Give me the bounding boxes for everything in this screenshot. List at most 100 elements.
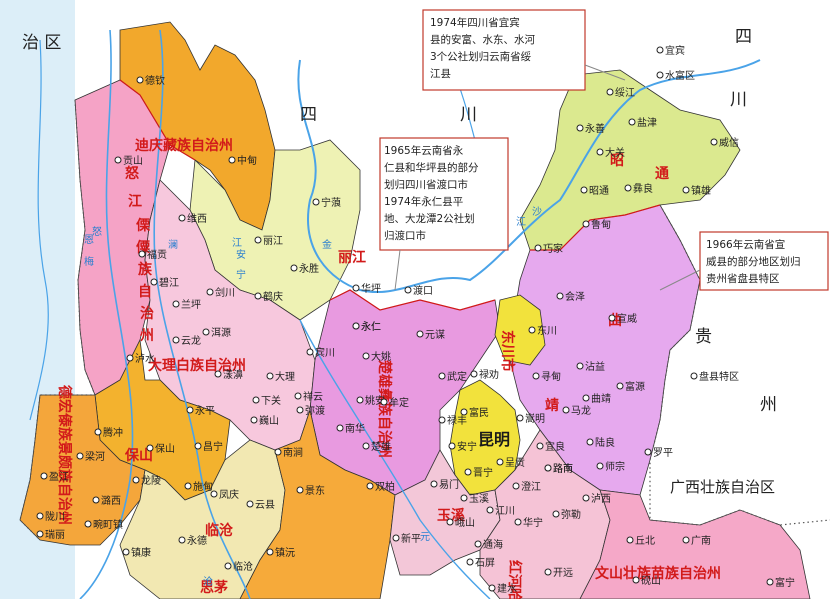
prefecture-nujiang-label-5: 族 xyxy=(138,261,153,278)
city-marker xyxy=(446,518,454,526)
city-name: 镇沅 xyxy=(275,546,295,559)
region-guizhou-label-2: 州 xyxy=(760,395,777,415)
city-marker xyxy=(352,322,360,330)
city-name: 宾川 xyxy=(315,346,335,359)
city-marker xyxy=(576,124,584,132)
city-name: 巧家 xyxy=(543,242,563,255)
city-marker xyxy=(460,494,468,502)
city-marker xyxy=(438,416,446,424)
annotation-1966-line-2: 威县的部分地区划归 xyxy=(706,255,801,268)
city-marker xyxy=(552,510,560,518)
annotation-1965-line-2: 仁县和华坪县的部分 xyxy=(384,161,479,174)
city-marker xyxy=(404,286,412,294)
city-marker xyxy=(656,46,664,54)
river-label-yang: 江 xyxy=(516,216,526,228)
city-name: 盐津 xyxy=(637,116,657,129)
city-marker xyxy=(266,548,274,556)
city-name: 下关 xyxy=(261,394,281,407)
city-marker xyxy=(294,392,302,400)
city-marker xyxy=(126,354,134,362)
city-marker xyxy=(210,490,218,498)
prefecture-nujiang-label-7: 治 xyxy=(140,305,154,322)
city-name: 呈贡 xyxy=(505,457,525,469)
city-marker xyxy=(178,536,186,544)
prefecture-nujiang-label-1: 怒 xyxy=(125,165,140,182)
city-marker xyxy=(682,186,690,194)
city-name: 中甸 xyxy=(237,154,257,167)
city-marker xyxy=(556,292,564,300)
city-name: 景东 xyxy=(305,484,325,497)
city-name: 威信 xyxy=(719,136,739,149)
city-name: 保山 xyxy=(155,442,175,455)
city-marker xyxy=(94,428,102,436)
city-name: 会泽 xyxy=(565,290,585,303)
city-name: 宁蒗 xyxy=(321,196,341,209)
city-marker xyxy=(336,424,344,432)
city-marker xyxy=(146,444,154,452)
city-marker xyxy=(250,416,258,424)
city-marker xyxy=(186,406,194,414)
city-name: 澄江 xyxy=(521,480,541,493)
city-marker xyxy=(690,372,698,380)
city-name: 永胜 xyxy=(299,262,319,275)
region-guangxi-label: 广西壮族自治区 xyxy=(670,478,775,496)
city-name: 丽江 xyxy=(263,235,283,247)
city-marker xyxy=(586,438,594,446)
city-name: 元谋 xyxy=(425,329,445,341)
annotation-1974-line-2: 县的安富、水东、水河 xyxy=(430,33,535,46)
city-name: 广南 xyxy=(691,534,711,547)
city-name: 镇雄 xyxy=(691,184,711,197)
city-name: 碧江 xyxy=(159,277,179,289)
city-marker xyxy=(150,278,158,286)
city-name: 弥渡 xyxy=(305,404,325,417)
prefecture-lijiang-label: 丽江 xyxy=(338,249,366,266)
city-name: 镇康 xyxy=(131,546,151,559)
city-marker xyxy=(582,220,590,228)
region-sichuan-label-1: 四 xyxy=(300,105,317,125)
prefecture-dehong-label: 德宏傣族景颇族自治州 xyxy=(56,385,73,525)
city-name: 临沧 xyxy=(233,560,253,573)
prefecture-nujiang-label-8: 州 xyxy=(139,328,154,344)
river-label-an: 安 xyxy=(236,248,246,261)
annotation-1965-line-5: 地、大龙潭2公社划 xyxy=(384,212,475,225)
city-marker xyxy=(606,88,614,96)
city-name: 华宁 xyxy=(523,516,543,529)
city-marker xyxy=(40,472,48,480)
city-marker xyxy=(296,486,304,494)
city-name: 渡口 xyxy=(413,284,433,297)
city-marker xyxy=(362,352,370,360)
region-sichuan-ne-label: 四 xyxy=(735,27,752,47)
city-name: 大理 xyxy=(275,370,295,383)
city-marker xyxy=(36,512,44,520)
city-name: 华坪 xyxy=(361,282,381,295)
city-name: 凤庆 xyxy=(219,488,239,501)
city-marker xyxy=(254,236,262,244)
city-marker xyxy=(514,518,522,526)
city-marker xyxy=(624,184,632,192)
city-name: 昌宁 xyxy=(203,440,223,453)
city-name: 石屏 xyxy=(475,557,495,569)
city-name: 潞西 xyxy=(101,494,121,507)
city-marker xyxy=(582,494,590,502)
city-marker xyxy=(544,464,552,472)
city-marker xyxy=(576,362,584,370)
river-label-jinsha-2: 沙 xyxy=(532,206,542,218)
city-marker xyxy=(470,370,478,378)
prefecture-nujiang-label-3: 傈 xyxy=(136,217,151,234)
city-name: 砚山 xyxy=(641,575,661,587)
city-name: 永仁 xyxy=(361,320,381,333)
city-name: 施甸 xyxy=(193,480,213,493)
city-name: 水富区 xyxy=(665,69,695,82)
city-name: 剑川 xyxy=(215,286,235,299)
prefecture-lincang-label: 临沧 xyxy=(205,522,234,539)
city-name: 泸水 xyxy=(135,353,155,365)
city-marker xyxy=(608,314,616,322)
river-label-ning: 宁 xyxy=(236,268,246,281)
city-name: 新平 xyxy=(401,532,421,545)
city-name: 永德 xyxy=(187,534,207,547)
annotation-1974-line-4: 江县 xyxy=(430,68,451,80)
city-name: 陆良 xyxy=(595,436,615,449)
city-name: 武定 xyxy=(447,370,467,383)
annotation-1974-line-3: 3个公社划归云南省绥 xyxy=(430,50,532,63)
city-name: 沾益 xyxy=(585,360,605,373)
